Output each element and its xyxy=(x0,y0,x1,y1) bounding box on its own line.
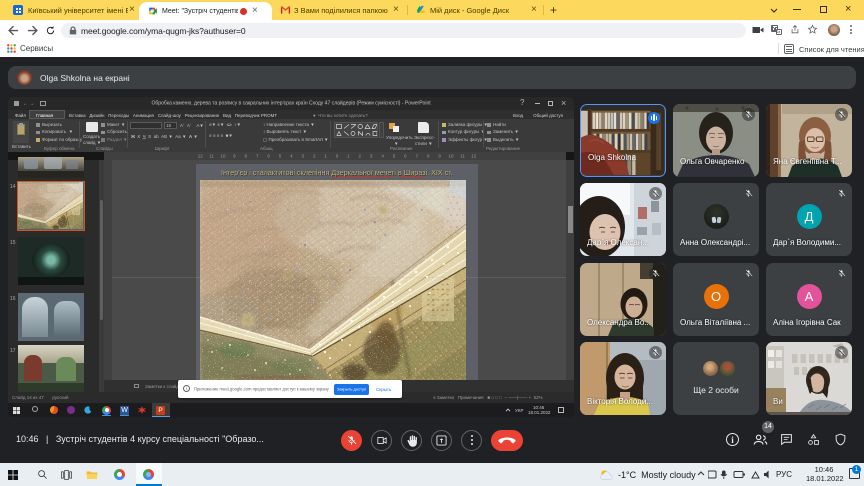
svg-text:1: 1 xyxy=(324,154,327,159)
svg-text:9: 9 xyxy=(438,154,441,159)
svg-text:11: 11 xyxy=(209,154,214,159)
svg-text:9: 9 xyxy=(233,154,236,159)
svg-text:8: 8 xyxy=(245,154,248,159)
svg-text:6: 6 xyxy=(267,154,270,159)
svg-text:12: 12 xyxy=(471,154,477,159)
svg-text:6: 6 xyxy=(404,154,407,159)
svg-text:2: 2 xyxy=(359,154,362,159)
svg-text:3: 3 xyxy=(302,154,305,159)
svg-text:7: 7 xyxy=(416,154,419,159)
svg-text:4: 4 xyxy=(290,154,293,159)
svg-text:0: 0 xyxy=(336,154,339,159)
svg-text:12: 12 xyxy=(198,154,204,159)
svg-text:11: 11 xyxy=(460,154,465,159)
svg-text:10: 10 xyxy=(448,154,454,159)
svg-text:7: 7 xyxy=(256,154,259,159)
svg-text:10: 10 xyxy=(220,154,226,159)
svg-text:5: 5 xyxy=(393,154,396,159)
svg-text:2: 2 xyxy=(313,154,316,159)
svg-text:5: 5 xyxy=(279,154,282,159)
svg-text:1: 1 xyxy=(347,154,350,159)
svg-text:3: 3 xyxy=(370,154,373,159)
svg-text:8: 8 xyxy=(427,154,430,159)
svg-text:4: 4 xyxy=(381,154,384,159)
